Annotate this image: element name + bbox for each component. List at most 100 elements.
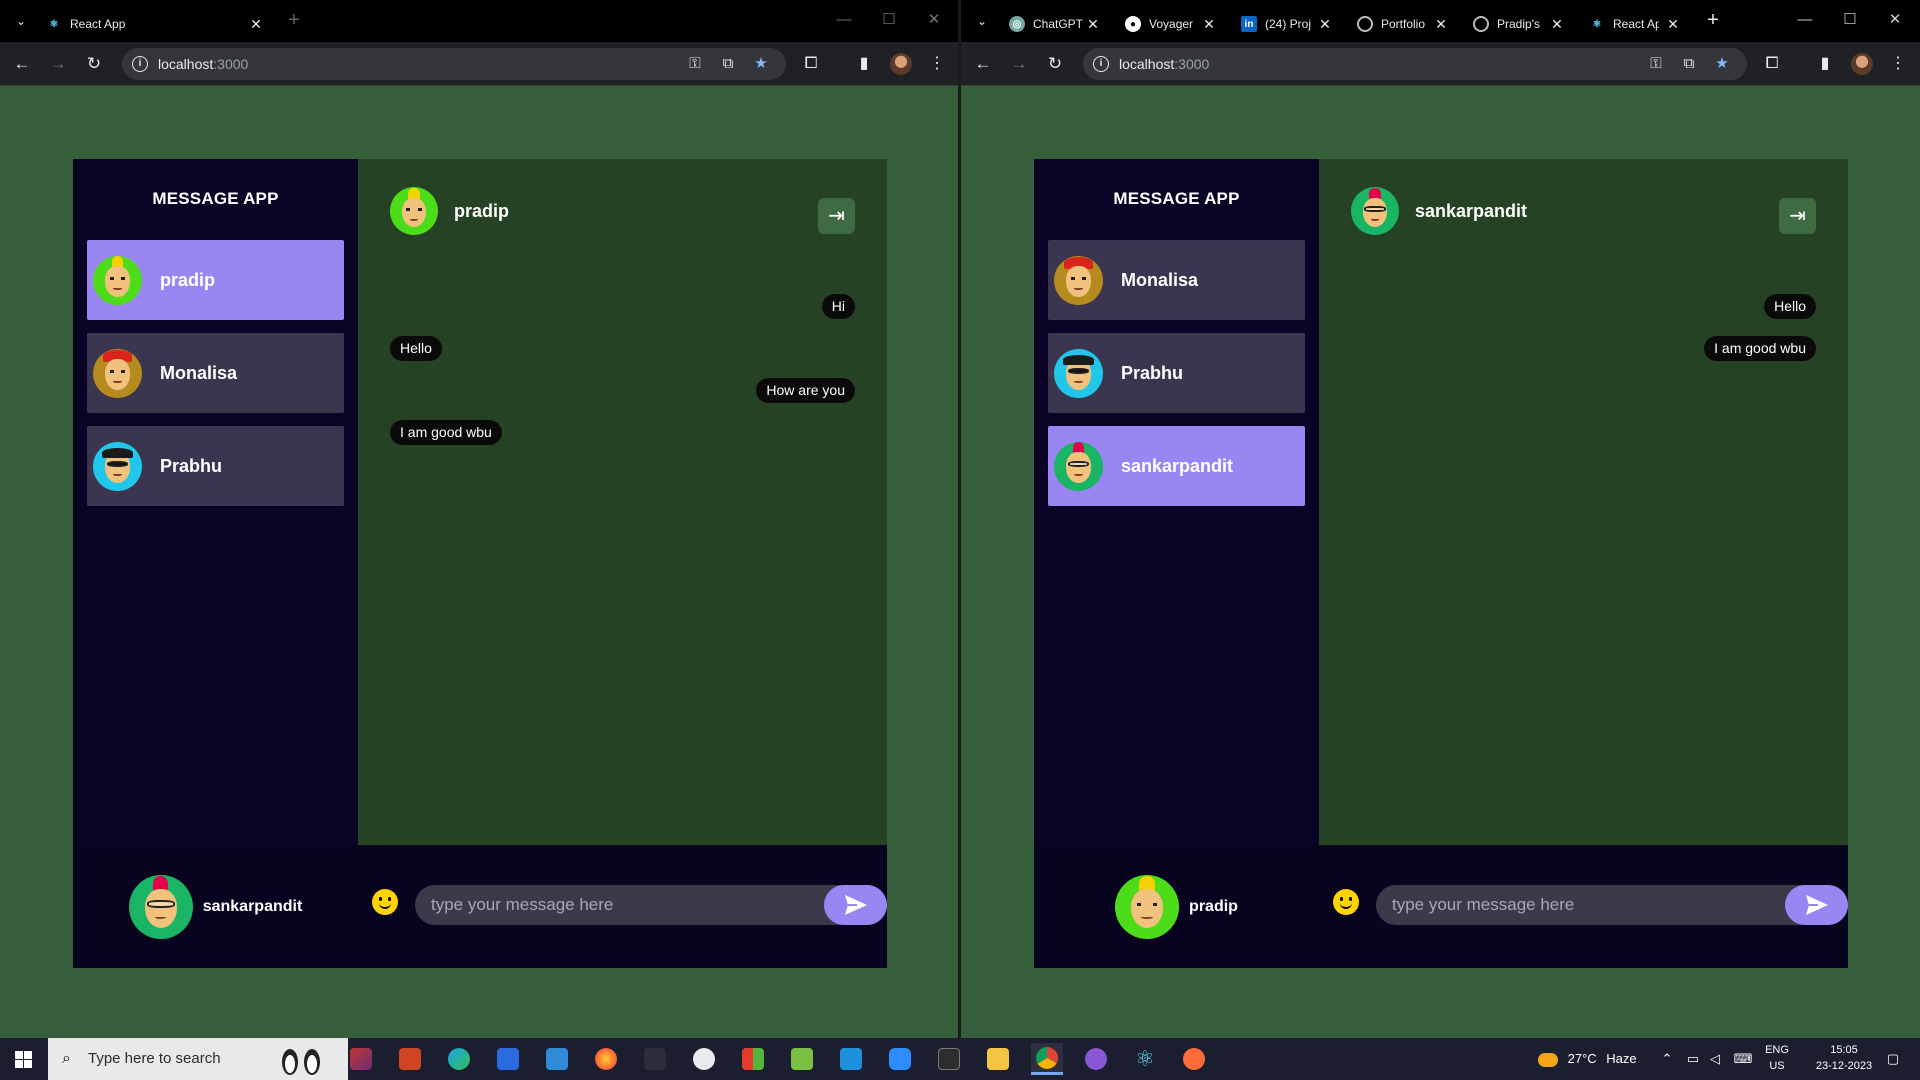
close-tab-icon[interactable]: ✕ <box>1201 16 1217 32</box>
close-tab-icon[interactable]: ✕ <box>1433 16 1449 32</box>
tab-chatgpt[interactable]: ◎ ChatGPT ✕ <box>1009 6 1105 42</box>
show-hidden-icons-icon[interactable]: ⌃ <box>1660 1038 1674 1080</box>
tab-portfolio[interactable]: Portfolio ✕ <box>1357 6 1453 42</box>
send-button[interactable] <box>824 885 887 925</box>
menu-kebab-icon[interactable]: ⋮ <box>1887 53 1909 75</box>
password-key-icon[interactable]: ⚿ <box>1647 55 1665 73</box>
address-bar[interactable]: i localhost:3000 ⚿ ⧉ ★ <box>122 48 786 80</box>
open-in-app-icon[interactable]: ⧉ <box>719 55 737 73</box>
site-info-icon[interactable]: i <box>132 56 148 72</box>
taskbar-app-office[interactable] <box>737 1043 769 1075</box>
contact-item-monalisa[interactable]: Monalisa <box>1048 240 1305 320</box>
taskbar-app-react[interactable]: ⚛ <box>1129 1043 1161 1075</box>
logout-button[interactable]: ⇥ <box>818 198 855 234</box>
reload-button[interactable]: ↻ <box>82 52 106 76</box>
battery-icon[interactable]: ▭ <box>1684 1038 1702 1080</box>
minimize-button[interactable]: — <box>1791 8 1819 32</box>
close-tab-icon[interactable]: ✕ <box>1665 16 1681 32</box>
profile-avatar[interactable] <box>890 53 912 75</box>
close-tab-icon[interactable]: ✕ <box>1085 16 1101 32</box>
logout-button[interactable]: ⇥ <box>1779 198 1816 234</box>
taskbar-app-postman[interactable] <box>1178 1043 1210 1075</box>
menu-kebab-icon[interactable]: ⋮ <box>926 53 948 75</box>
back-button[interactable]: ← <box>10 52 34 76</box>
taskbar-app-photos[interactable] <box>345 1043 377 1075</box>
contact-name: Prabhu <box>1121 362 1184 383</box>
taskbar-app-terminal[interactable] <box>933 1043 965 1075</box>
tab-title: Portfolio <box>1381 17 1426 31</box>
maximize-button[interactable]: ☐ <box>1836 8 1864 32</box>
message-input[interactable] <box>1376 885 1848 925</box>
password-key-icon[interactable]: ⚿ <box>686 55 704 73</box>
taskbar-app-firefox[interactable] <box>590 1043 622 1075</box>
taskbar-app-file-explorer[interactable] <box>982 1043 1014 1075</box>
taskbar-app-chrome[interactable] <box>1031 1043 1063 1075</box>
bookmark-star-icon[interactable]: ★ <box>752 55 770 73</box>
send-button[interactable] <box>1785 885 1848 925</box>
start-button[interactable] <box>0 1038 46 1080</box>
contact-item-prabhu[interactable]: Prabhu <box>1048 333 1305 413</box>
close-tab-icon[interactable]: ✕ <box>248 16 264 32</box>
tab-react-app[interactable]: ⚛ React Ap ✕ <box>1589 6 1685 42</box>
taskbar-app-github-desktop[interactable] <box>1080 1043 1112 1075</box>
taskbar-app-edge[interactable] <box>443 1043 475 1075</box>
keyboard-icon[interactable]: ⌨ <box>1732 1038 1754 1080</box>
taskbar-app-notepad[interactable] <box>786 1043 818 1075</box>
side-panel-icon[interactable]: ▮ <box>1814 53 1836 75</box>
emoji-picker-icon[interactable] <box>1333 889 1359 915</box>
taskbar-app-zoom[interactable] <box>884 1043 916 1075</box>
tab-react-app[interactable]: ⚛ React App ✕ <box>46 6 268 42</box>
tab-linkedin[interactable]: in (24) Proj ✕ <box>1241 6 1337 42</box>
chat-user-avatar <box>390 187 438 235</box>
extensions-icon[interactable]: ⧠ <box>1761 53 1783 75</box>
new-tab-button[interactable]: + <box>282 8 306 32</box>
forward-button[interactable]: → <box>1007 52 1031 76</box>
tab-voyager[interactable]: ● Voyager ✕ <box>1125 6 1221 42</box>
browser-toolbar: ← → ↻ i localhost:3000 ⚿ ⧉ ★ ⧠ ▮ ⋮ <box>961 42 1920 86</box>
volume-icon[interactable]: ◁ <box>1706 1038 1724 1080</box>
message-bubble: I am good wbu <box>390 420 502 445</box>
tab-search-dropdown-icon[interactable]: ⌄ <box>971 10 993 32</box>
contact-item-monalisa[interactable]: Monalisa <box>87 333 344 413</box>
taskbar-app-vscode[interactable] <box>835 1043 867 1075</box>
contact-item-prabhu[interactable]: Prabhu <box>87 426 344 506</box>
tab-title: React Ap <box>1613 17 1659 31</box>
contact-item-sankarpandit[interactable]: sankarpandit <box>1048 426 1305 506</box>
weather-widget[interactable]: 27°C Haze <box>1538 1038 1637 1080</box>
message-input[interactable] <box>415 885 887 925</box>
side-panel-icon[interactable]: ▮ <box>853 53 875 75</box>
windows-logo-icon <box>15 1051 32 1068</box>
new-tab-button[interactable]: + <box>1701 8 1725 32</box>
close-tab-icon[interactable]: ✕ <box>1549 16 1565 32</box>
taskbar-app-mail[interactable] <box>541 1043 573 1075</box>
profile-avatar[interactable] <box>1851 53 1873 75</box>
taskbar-app-powerpoint[interactable] <box>394 1043 426 1075</box>
taskbar-app-store[interactable] <box>492 1043 524 1075</box>
clock-date: 23-12-2023 <box>1815 1060 1873 1072</box>
extensions-icon[interactable]: ⧠ <box>800 53 822 75</box>
bookmark-star-icon[interactable]: ★ <box>1713 55 1731 73</box>
site-info-icon[interactable]: i <box>1093 56 1109 72</box>
tab-search-dropdown-icon[interactable]: ⌄ <box>10 10 32 32</box>
reload-button[interactable]: ↻ <box>1043 52 1067 76</box>
language-indicator[interactable]: ENG US <box>1760 1042 1794 1074</box>
minimize-button[interactable]: — <box>830 8 858 32</box>
forward-button[interactable]: → <box>46 52 70 76</box>
taskbar-app-media-player[interactable] <box>688 1043 720 1075</box>
emoji-picker-icon[interactable] <box>372 889 398 915</box>
chat-user-name: pradip <box>454 200 510 221</box>
notifications-icon[interactable]: ▢ <box>1880 1038 1906 1080</box>
contact-item-pradip[interactable]: pradip <box>87 240 344 320</box>
close-tab-icon[interactable]: ✕ <box>1317 16 1333 32</box>
close-window-button[interactable]: ✕ <box>1881 8 1909 32</box>
open-in-app-icon[interactable]: ⧉ <box>1680 55 1698 73</box>
back-button[interactable]: ← <box>971 52 995 76</box>
taskbar-app-pen[interactable] <box>639 1043 671 1075</box>
tab-pradips[interactable]: Pradip's ✕ <box>1473 6 1569 42</box>
address-bar[interactable]: i localhost:3000 ⚿ ⧉ ★ <box>1083 48 1747 80</box>
react-icon: ⚛ <box>49 18 59 30</box>
maximize-button[interactable]: ☐ <box>875 8 903 32</box>
close-window-button[interactable]: ✕ <box>920 8 948 32</box>
taskbar-search[interactable]: ⌕ Type here to search <box>48 1038 348 1080</box>
clock[interactable]: 15:05 23-12-2023 <box>1814 1042 1874 1074</box>
